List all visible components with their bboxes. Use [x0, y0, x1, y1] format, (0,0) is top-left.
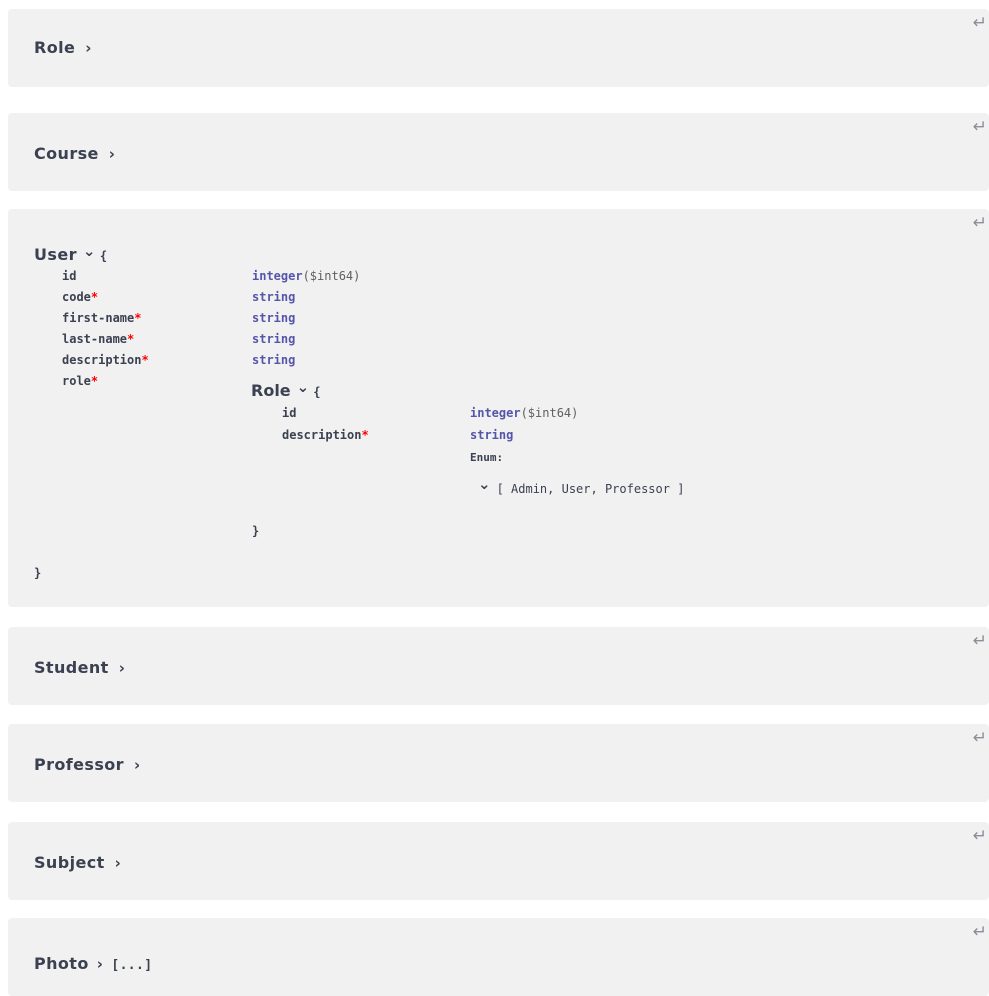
return-icon[interactable]: ↵	[973, 924, 987, 941]
array-ellipsis[interactable]: [...]	[111, 958, 152, 973]
required-marker: *	[127, 332, 135, 346]
chevron-down-icon[interactable]: ⌄	[478, 475, 491, 493]
chevron-right-icon[interactable]: ›	[115, 854, 122, 872]
model-photo-name: Photo	[34, 954, 89, 973]
model-subject-name: Subject	[34, 853, 105, 872]
property-name-first-name: first-name*	[62, 311, 142, 325]
nested-property-type-description: string	[470, 428, 514, 442]
return-icon[interactable]: ↵	[973, 215, 987, 232]
chevron-right-icon[interactable]: ›	[109, 145, 116, 163]
model-course-panel[interactable]: Course › ↵	[8, 113, 989, 191]
chevron-down-icon[interactable]: ⌄	[297, 378, 310, 396]
model-user-name: User	[34, 245, 77, 264]
required-marker: *	[90, 290, 99, 304]
nested-close-brace: }	[252, 524, 260, 538]
return-icon[interactable]: ↵	[973, 633, 987, 650]
model-photo-panel[interactable]: Photo › [...] ↵	[8, 918, 989, 996]
required-marker: *	[134, 311, 142, 325]
chevron-down-icon[interactable]: ⌄	[83, 242, 96, 260]
chevron-right-icon[interactable]: ›	[134, 756, 141, 774]
property-type-first-name: string	[252, 311, 296, 325]
model-user-panel: ↵ User ⌄{ id code* first-name* last-name*…	[8, 209, 989, 607]
nested-property-type-id: integer($int64)	[470, 406, 579, 420]
property-type-id: integer($int64)	[252, 269, 361, 283]
chevron-right-icon[interactable]: ›	[85, 39, 92, 57]
model-role-title[interactable]: Role ›	[34, 38, 92, 57]
model-subject-panel[interactable]: Subject › ↵	[8, 822, 989, 900]
property-name-id: id	[62, 269, 77, 283]
required-marker: *	[90, 374, 99, 388]
return-icon[interactable]: ↵	[973, 828, 987, 845]
required-marker: *	[141, 353, 149, 367]
close-brace: }	[34, 566, 42, 580]
property-name-role: role*	[62, 374, 99, 388]
model-student-title[interactable]: Student ›	[34, 658, 125, 677]
property-type-description: string	[252, 353, 296, 367]
return-icon[interactable]: ↵	[973, 730, 987, 747]
chevron-right-icon[interactable]: ›	[97, 955, 104, 973]
nested-role-title[interactable]: Role ⌄{	[251, 378, 321, 400]
model-role-name: Role	[34, 38, 76, 57]
chevron-right-icon[interactable]: ›	[119, 659, 126, 677]
enum-values-toggle[interactable]: ⌄ [ Admin, User, Professor ]	[478, 475, 685, 497]
model-professor-name: Professor	[34, 755, 124, 774]
required-marker: *	[361, 428, 369, 442]
property-type-last-name: string	[252, 332, 296, 346]
property-type-code: string	[252, 290, 296, 304]
model-user-title[interactable]: User ⌄{	[34, 242, 108, 264]
property-name-last-name: last-name*	[62, 332, 135, 346]
return-icon[interactable]: ↵	[973, 119, 987, 136]
nested-role-name: Role	[251, 381, 291, 400]
property-name-code: code*	[62, 290, 99, 304]
open-brace: {	[313, 385, 321, 399]
return-icon[interactable]: ↵	[973, 15, 987, 32]
model-professor-title[interactable]: Professor ›	[34, 755, 141, 774]
nested-property-name-id: id	[282, 406, 297, 420]
enum-values: [ Admin, User, Professor ]	[496, 482, 685, 496]
model-photo-title[interactable]: Photo › [...]	[34, 954, 152, 973]
enum-label: Enum:	[470, 451, 504, 464]
property-name-description: description*	[62, 353, 149, 367]
open-brace: {	[99, 249, 108, 263]
model-student-panel[interactable]: Student › ↵	[8, 627, 989, 705]
model-subject-title[interactable]: Subject ›	[34, 853, 121, 872]
model-professor-panel[interactable]: Professor › ↵	[8, 724, 989, 802]
model-role-panel[interactable]: Role › ↵	[8, 9, 989, 87]
model-course-title[interactable]: Course ›	[34, 144, 115, 163]
nested-property-name-description: description*	[282, 428, 369, 442]
model-course-name: Course	[34, 144, 99, 163]
model-student-name: Student	[34, 658, 109, 677]
